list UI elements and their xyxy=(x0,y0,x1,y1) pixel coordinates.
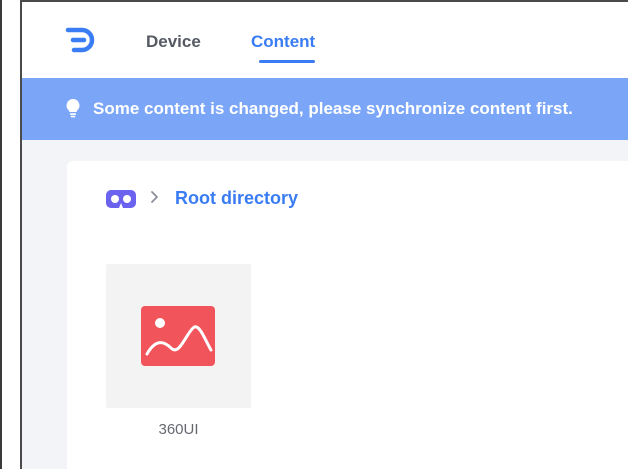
image-icon xyxy=(141,306,215,366)
window-frame: Device Content Some content is changed, … xyxy=(0,0,628,469)
tab-content[interactable]: Content xyxy=(251,32,315,52)
content-item-thumbnail[interactable] xyxy=(106,264,251,408)
window-edge xyxy=(0,0,2,469)
brand-logo-icon[interactable] xyxy=(64,24,96,56)
sync-notice-text: Some content is changed, please synchron… xyxy=(93,99,573,118)
sync-notice-banner: Some content is changed, please synchron… xyxy=(22,78,628,140)
top-nav-bar: Device Content xyxy=(22,2,628,78)
vr-headset-icon[interactable] xyxy=(105,188,137,210)
tab-device[interactable]: Device xyxy=(146,32,201,52)
content-item[interactable]: 360UI xyxy=(106,264,251,442)
lightbulb-icon xyxy=(66,99,80,118)
chevron-right-icon xyxy=(151,191,158,203)
app-root: Device Content Some content is changed, … xyxy=(22,2,628,469)
content-item-name: 360UI xyxy=(158,421,199,438)
active-tab-indicator xyxy=(259,60,315,63)
content-panel: Root directory 360UI xyxy=(67,161,628,469)
breadcrumb-root-directory[interactable]: Root directory xyxy=(175,187,298,209)
